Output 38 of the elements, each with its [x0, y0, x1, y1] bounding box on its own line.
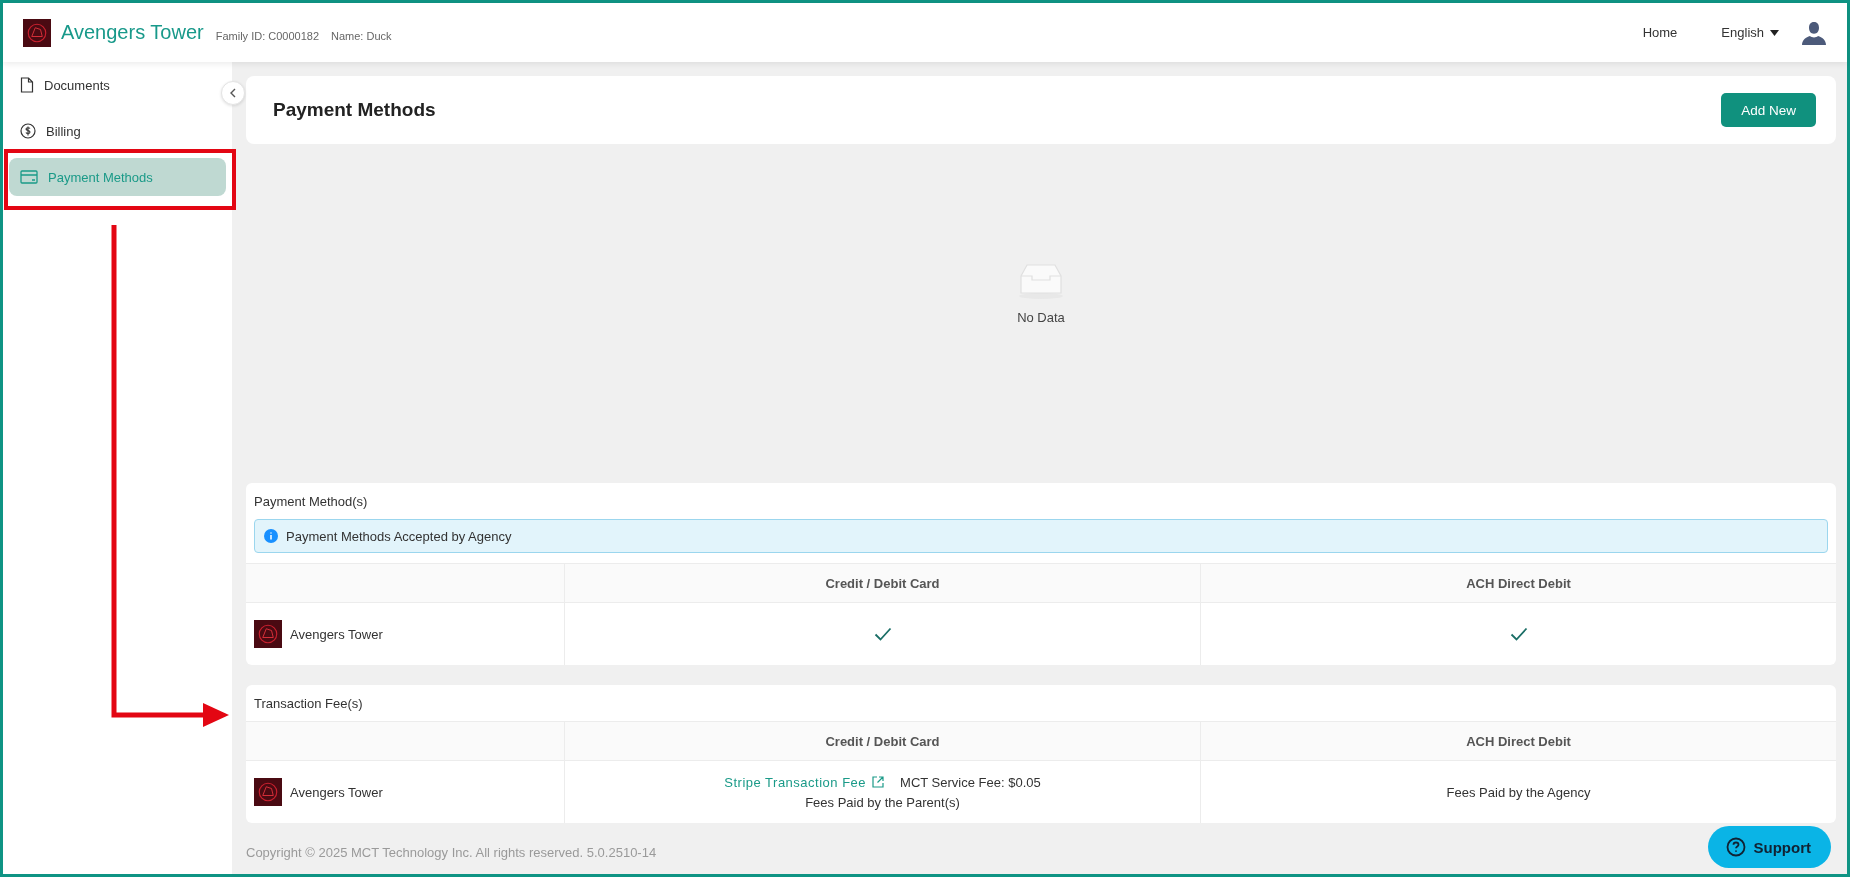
section-title: Payment Method(s)	[253, 493, 369, 511]
fees-paid-text: Fees Paid by the Agency	[1446, 784, 1591, 800]
document-icon	[20, 77, 34, 93]
home-link[interactable]: Home	[1642, 25, 1678, 40]
organization-name: Avengers Tower	[290, 784, 383, 800]
copyright-text: Copyright © 2025 MCT Technology Inc. All rights reserved. 5.0.2510-14	[246, 845, 657, 860]
help-icon	[1725, 837, 1746, 857]
external-link-icon	[872, 776, 885, 788]
dollar-icon	[20, 123, 36, 139]
stripe-fee-link[interactable]: Stripe Transaction Fee	[724, 774, 885, 790]
organization-name: Avengers Tower	[290, 626, 383, 642]
user-avatar-icon[interactable]	[1801, 20, 1827, 45]
logo-icon	[254, 620, 282, 648]
page-title: Payment Methods	[273, 99, 436, 121]
info-icon	[264, 529, 278, 543]
logo-icon	[254, 778, 282, 806]
logo-icon	[23, 18, 51, 47]
add-new-button[interactable]: Add New	[1721, 93, 1816, 127]
family-id: Family ID: C0000182	[215, 29, 319, 42]
sidebar-item[interactable]: Documents	[9, 66, 121, 104]
support-button[interactable]: Support	[1707, 826, 1831, 868]
sidebar-item[interactable]: Billing	[9, 112, 92, 150]
section-title: Transaction Fee(s)	[253, 695, 364, 713]
table-header-cell: Credit / Debit Card	[564, 563, 1200, 603]
info-text: Payment Methods Accepted by Agency	[286, 528, 512, 544]
caret-icon	[1770, 29, 1779, 36]
fees-paid-text: Fees Paid by the Parent(s)	[805, 794, 960, 810]
service-fee-text: MCT Service Fee: $0.05	[900, 774, 1041, 790]
table-header-cell: Credit / Debit Card	[564, 721, 1200, 761]
chevron-left-icon	[229, 88, 237, 98]
empty-inbox-icon	[1017, 262, 1065, 300]
no-data-text: No Data	[1017, 310, 1065, 325]
organization-name: Avengers Tower	[61, 21, 204, 44]
family-name: Name: Duck	[331, 29, 392, 42]
table-header-cell: ACH Direct Debit	[1200, 563, 1836, 603]
table-header-cell: ACH Direct Debit	[1200, 721, 1836, 761]
language-dropdown[interactable]: English	[1721, 25, 1779, 40]
card-icon	[20, 170, 38, 184]
